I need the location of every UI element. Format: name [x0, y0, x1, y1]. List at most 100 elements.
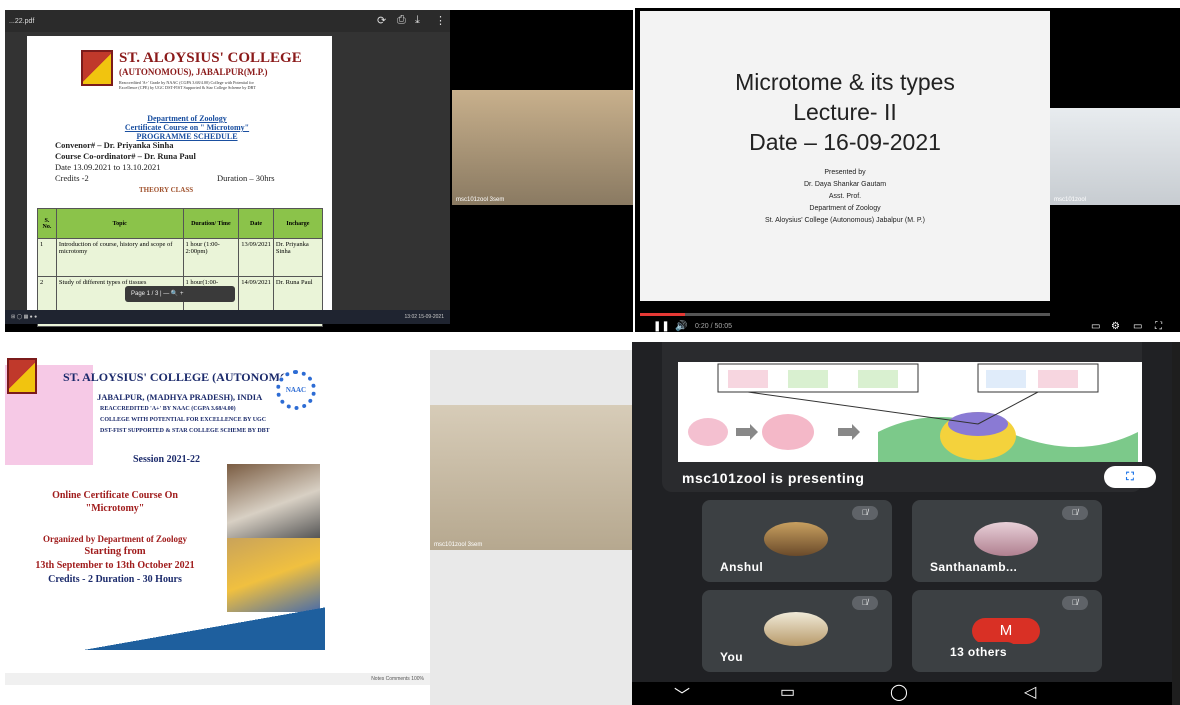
participant-tile[interactable]: 🎙̸ You	[702, 590, 892, 672]
settings-icon[interactable]: ⚙	[1111, 321, 1120, 332]
poster-dates: 13th September to 13th October 2021	[35, 560, 195, 571]
captions-icon[interactable]: ▭	[1091, 321, 1100, 332]
naac-logo-icon: NAAC	[276, 370, 316, 410]
fullscreen-icon[interactable]: ⛶	[1155, 321, 1162, 332]
avatar	[974, 522, 1038, 556]
miniplayer-icon[interactable]: ▭	[1133, 321, 1142, 332]
cell-incharge: Dr. Runa Paul	[272, 276, 324, 315]
lab-photo-microtome	[227, 464, 320, 538]
slide-title: Microtome & its types	[735, 69, 955, 95]
college-accreditation: Reaccredited 'A+' Grade by NAAC (CGPA 3.…	[119, 80, 256, 90]
home-icon[interactable]: ◯	[890, 682, 908, 702]
course-title: Certificate Course on " Microtomy"	[124, 123, 250, 132]
slide-subtitle: Lecture- II	[793, 99, 897, 125]
pdf-filename: ...22.pdf	[9, 18, 35, 25]
avatar	[764, 612, 828, 646]
video-controls: ❚❚ 🔊 0:20 / 50:05 ▭ ⚙ ▭ ⛶	[635, 311, 1180, 332]
coordinator: Course Co-ordinator# – Dr. Runa Paul	[55, 151, 196, 161]
lecture-slide: Microtome & its types Lecture- II Date –…	[640, 11, 1050, 301]
pdf-toolbar: ...22.pdf ⟳ ⎙ ⤓ ⋮	[5, 10, 450, 32]
table-row: 1 Introduction of course, history and sc…	[37, 238, 324, 277]
back-icon[interactable]: ◁	[1024, 682, 1036, 702]
cell-time: 1 hour (1:00-2:00pm)	[182, 238, 240, 277]
department-name: Department of Zoology	[147, 114, 227, 123]
video-time: 0:20 / 50:05	[695, 323, 732, 330]
table-header: Incharge	[272, 208, 324, 239]
screen-share-view: msc101zool is presenting ⛶	[662, 342, 1156, 492]
embryo-diagram	[688, 363, 1138, 462]
table-header: Duration/ Time	[182, 208, 240, 239]
poster-dst: DST-FIST SUPPORTED & STAR COLLEGE SCHEME…	[100, 428, 270, 434]
table-header: Topic	[55, 208, 184, 239]
meet-mobile-screenshot: msc101zool is presenting ⛶ 🎙̸ Anshul 🎙̸ …	[632, 342, 1180, 705]
avatar	[764, 522, 828, 556]
volume-icon[interactable]: 🔊	[675, 321, 687, 332]
mic-off-icon: 🎙̸	[852, 506, 878, 520]
presenter-department: Department of Zoology	[809, 205, 881, 212]
webcam-label: msc101zool 3sem	[434, 542, 483, 548]
android-nav-bar: ﹀ ▭ ◯ ◁	[632, 682, 1172, 705]
college-crest-icon	[81, 50, 113, 86]
poster-ugc: COLLEGE WITH POTENTIAL FOR EXCELLENCE BY…	[100, 417, 267, 423]
taskbar-clock: 13:02 15-09-2021	[404, 314, 444, 320]
print-icon[interactable]: ⎙	[397, 14, 406, 27]
participant-webcam: msc101zool 3sem	[430, 405, 633, 550]
download-icon[interactable]: ⤓	[415, 14, 420, 27]
poster-accreditation: REACCREDITED 'A+' BY NAAC (CGPA 3.68/4.0…	[100, 406, 236, 412]
course-duration: Duration – 30hrs	[217, 173, 275, 183]
mic-off-icon: 🎙̸	[1062, 506, 1088, 520]
poster-location: JABALPUR, (MADHYA PRADESH), INDIA	[97, 392, 263, 402]
presented-by: Presented by	[824, 169, 866, 176]
cell-topic: Introduction of course, history and scop…	[55, 238, 184, 277]
lecture-video-screenshot: Microtome & its types Lecture- II Date –…	[635, 8, 1180, 332]
chevron-down-icon[interactable]: ﹀	[674, 682, 690, 705]
convenor: Convenor# – Dr. Priyanka Sinha	[55, 140, 174, 150]
college-name: ST. ALOYSIUS' COLLEGE	[119, 50, 302, 66]
course-credits: Credits -2	[55, 173, 89, 183]
participant-name: Anshul	[720, 560, 764, 574]
others-count[interactable]: 13 others	[940, 642, 1017, 662]
participant-tile[interactable]: 🎙̸ Santhanamb...	[912, 500, 1102, 582]
start-icon[interactable]: ⊞ ◯ ▦ ● ●	[11, 314, 37, 320]
rotate-icon[interactable]: ⟳	[377, 14, 386, 27]
recents-icon[interactable]: ▭	[780, 682, 795, 702]
poster-credits: Credits - 2 Duration - 30 Hours	[48, 574, 182, 585]
pause-icon[interactable]: ❚❚	[653, 321, 670, 332]
section-title: THEORY CLASS	[139, 186, 194, 194]
presenting-banner: msc101zool is presenting	[682, 470, 865, 486]
pdf-page: ST. ALOYSIUS' COLLEGE (AUTONOMOUS), JABA…	[27, 36, 332, 327]
windows-taskbar: ⊞ ◯ ▦ ● ● 13:02 15-09-2021	[5, 310, 450, 324]
presenter-webcam: msc101zool	[1050, 108, 1180, 205]
mic-off-icon: 🎙̸	[1062, 596, 1088, 610]
cell-no: 2	[37, 276, 57, 315]
participant-tile[interactable]: 🎙̸ Anshul	[702, 500, 892, 582]
video-progress-bar[interactable]	[640, 313, 1050, 316]
poster-course-line1: Online Certificate Course On	[52, 490, 178, 501]
webcam-label: msc101zool 3sem	[456, 197, 505, 203]
presentation-statusbar: Notes Comments 100%	[5, 673, 430, 685]
fullscreen-icon[interactable]: ⛶	[1104, 466, 1156, 488]
college-crest-icon	[7, 358, 37, 394]
table-header: S. No.	[37, 208, 57, 239]
participant-name: You	[720, 650, 743, 664]
page-navigator[interactable]: Page 1 / 3 | — 🔍 +	[125, 286, 235, 302]
avatar: M	[972, 618, 1040, 644]
course-dates: Date 13.09.2021 to 13.10.2021	[55, 162, 161, 172]
course-poster: ST. ALOYSIUS' COLLEGE (AUTONOMOUS) JABAL…	[5, 350, 430, 705]
slide-date: Date – 16-09-2021	[749, 129, 941, 155]
poster-organized: Organized by Department of Zoology	[43, 534, 187, 544]
schedule-heading: Department of Zoology Certificate Course…	[87, 114, 287, 141]
more-icon[interactable]: ⋮	[435, 14, 446, 27]
presenter-college: St. Aloysius' College (Autonomous) Jabal…	[765, 217, 925, 224]
mic-off-icon: 🎙̸	[852, 596, 878, 610]
cell-date: 13/09/2021	[238, 238, 274, 277]
poster-course-line2: "Microtomy"	[85, 503, 145, 514]
cell-incharge: Dr. Priyanka Sinha	[272, 238, 324, 277]
meet-call-screen: msc101zool is presenting ⛶ 🎙̸ Anshul 🎙̸ …	[632, 342, 1172, 682]
participant-name: Santhanamb...	[930, 560, 1018, 574]
poster-presentation-screenshot: ST. ALOYSIUS' COLLEGE (AUTONOMOUS) JABAL…	[5, 350, 633, 705]
table-header-row: S. No. Topic Duration/ Time Date Incharg…	[37, 208, 324, 239]
pdf-viewer-screenshot: ...22.pdf ⟳ ⎙ ⤓ ⋮ ST. ALOYSIUS' COLLEGE …	[5, 10, 633, 332]
cell-date: 14/09/2021	[238, 276, 274, 315]
poster-starting: Starting from	[84, 546, 146, 557]
